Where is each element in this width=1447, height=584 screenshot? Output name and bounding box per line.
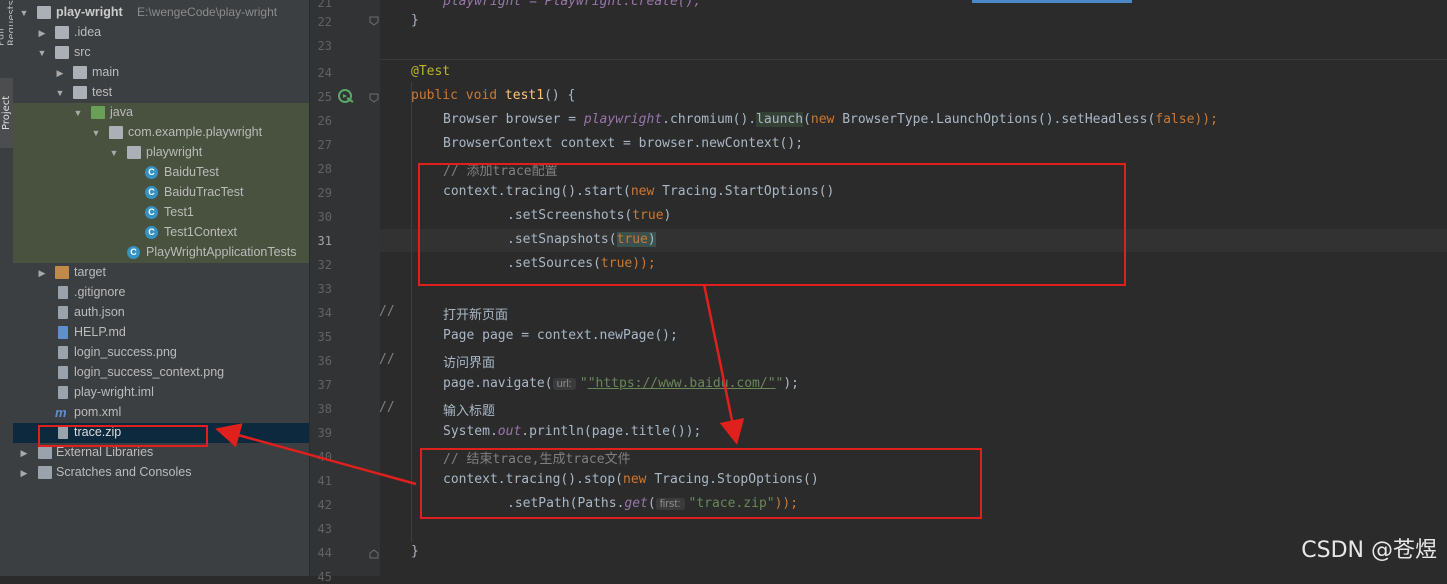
watermark: CSDN @苍煜 <box>1301 538 1437 563</box>
arrow-left <box>215 423 417 486</box>
annotation-arrows <box>215 283 745 486</box>
arrow-down <box>702 283 745 445</box>
